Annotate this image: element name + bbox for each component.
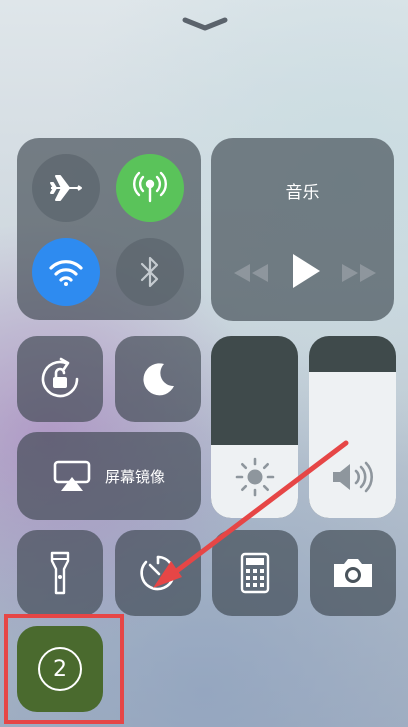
airplay-icon [53, 460, 91, 491]
cellular-antenna-icon [133, 171, 167, 203]
orientation-lock-button[interactable] [17, 336, 103, 422]
screen-mirroring-button[interactable]: 屏幕镜像 [17, 432, 201, 520]
play-icon[interactable] [287, 251, 323, 291]
airplane-mode-button[interactable] [32, 154, 100, 222]
music-title: 音乐 [285, 183, 320, 203]
rotation-lock-icon [41, 357, 79, 398]
bluetooth-icon [140, 256, 159, 288]
calculator-icon [240, 552, 270, 594]
connectivity-panel [17, 138, 201, 320]
do-not-disturb-button[interactable] [115, 336, 201, 422]
timer-button[interactable] [115, 530, 201, 616]
cellular-data-button[interactable] [116, 154, 184, 222]
fast-forward-icon[interactable] [339, 262, 379, 284]
camera-icon [334, 559, 372, 587]
calculator-button[interactable] [212, 530, 298, 616]
airplane-icon [50, 175, 82, 201]
chevron-down-icon[interactable] [181, 16, 229, 32]
wifi-button[interactable] [32, 238, 100, 306]
volume-slider[interactable] [309, 336, 396, 518]
moon-icon [143, 363, 174, 396]
speaker-volume-icon [333, 461, 373, 493]
music-panel[interactable]: 音乐 [211, 138, 394, 321]
rewind-icon[interactable] [231, 262, 271, 284]
highlight-badge: 2 [38, 647, 82, 691]
highlight-badge-number: 2 [53, 656, 67, 682]
brightness-slider[interactable] [211, 336, 298, 518]
sun-icon [235, 457, 275, 497]
wifi-icon [49, 260, 83, 286]
timer-icon [140, 555, 175, 591]
bluetooth-button[interactable] [116, 238, 184, 306]
camera-button[interactable] [310, 530, 396, 616]
volume-fill [309, 372, 396, 518]
screen-mirroring-label: 屏幕镜像 [104, 467, 165, 486]
highlighted-tile[interactable]: 2 [17, 626, 103, 712]
flashlight-button[interactable] [17, 530, 103, 616]
flashlight-icon [50, 551, 70, 595]
